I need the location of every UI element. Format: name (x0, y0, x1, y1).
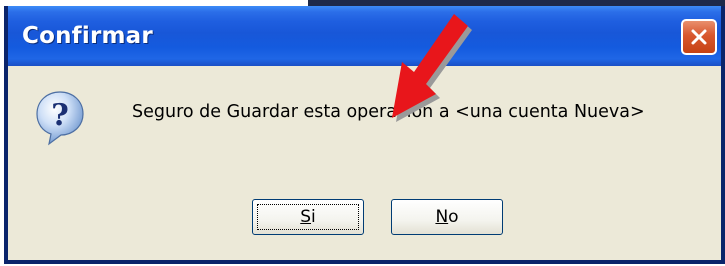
yes-button[interactable]: Si (252, 199, 364, 235)
no-button-label: o (448, 207, 459, 227)
no-button[interactable]: No (391, 199, 503, 235)
yes-button-mnemonic: S (300, 207, 312, 227)
annotation-arrow (392, 14, 472, 122)
confirm-dialog: Confirmar ? Seguro de Guardar esta opera… (4, 6, 725, 264)
dialog-title: Confirmar (22, 23, 153, 49)
title-bar[interactable]: Confirmar (8, 6, 721, 66)
no-button-mnemonic: N (435, 207, 449, 227)
close-icon (691, 29, 707, 45)
yes-button-label: i (311, 207, 316, 227)
svg-text:?: ? (51, 98, 69, 133)
close-button[interactable] (681, 19, 717, 55)
question-icon: ? (36, 91, 84, 146)
